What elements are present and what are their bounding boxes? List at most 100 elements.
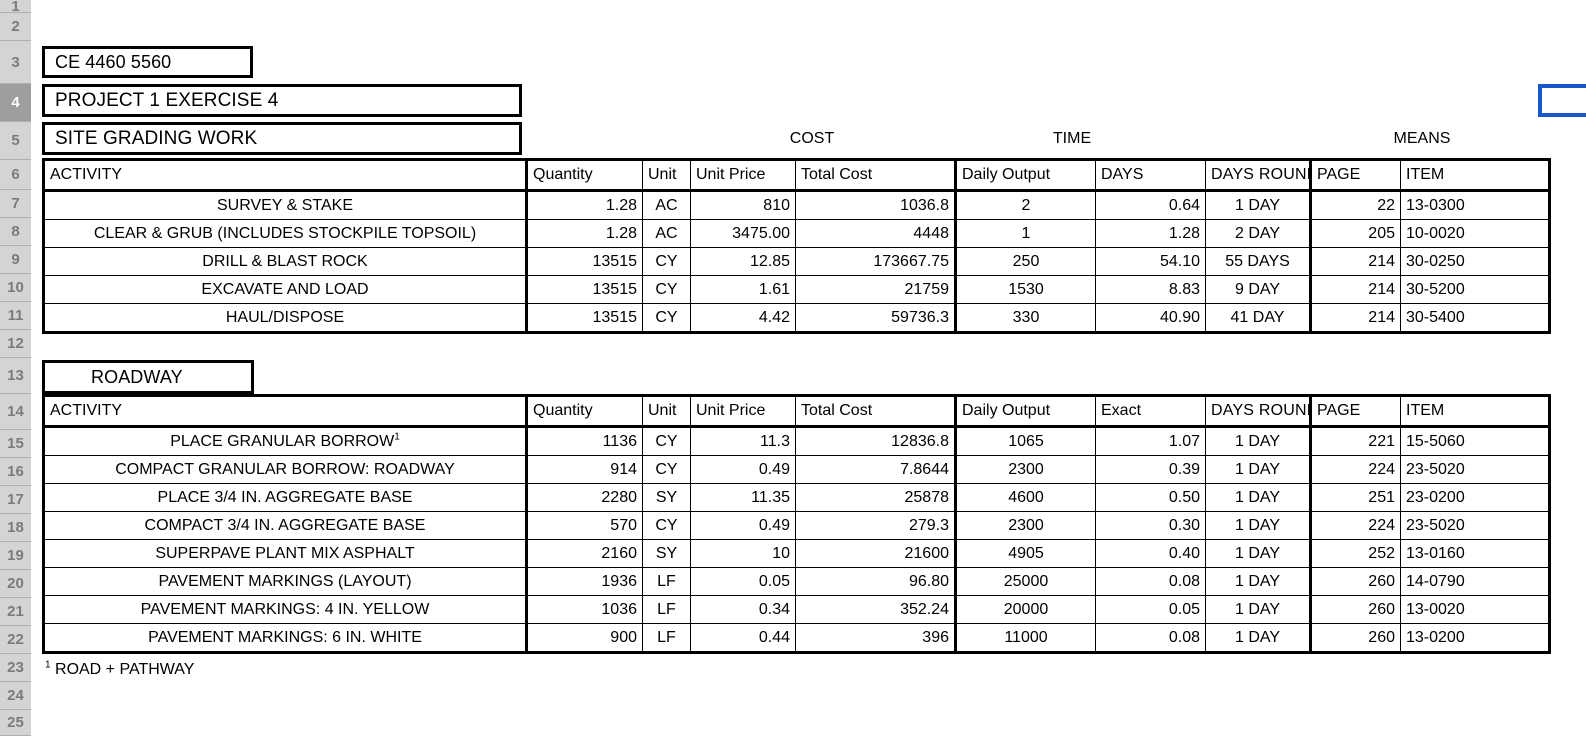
cell-days_round[interactable]: 1 DAY — [1205, 190, 1311, 220]
row-header-9[interactable]: 9 — [0, 246, 31, 274]
cell-total_cost[interactable]: 4448 — [795, 219, 956, 248]
cell-total_cost[interactable]: 1036.8 — [795, 190, 956, 220]
cell-item[interactable]: 30-0250 — [1400, 247, 1551, 276]
cell-item[interactable]: 13-0300 — [1400, 190, 1551, 220]
cell-days_round[interactable]: 2 DAY — [1205, 219, 1311, 248]
cell-unit[interactable]: CY — [642, 511, 691, 540]
row-header-10[interactable]: 10 — [0, 274, 31, 302]
cell-quantity[interactable]: 1.28 — [525, 219, 643, 248]
cell-daily_output[interactable]: 250 — [954, 247, 1096, 276]
cell-days[interactable]: 1.28 — [1095, 219, 1206, 248]
cell-daily_output[interactable]: 4905 — [954, 539, 1096, 568]
row-header-21[interactable]: 21 — [0, 598, 31, 626]
cell-item[interactable]: 23-5020 — [1400, 511, 1551, 540]
cell-exact[interactable]: 0.05 — [1095, 595, 1206, 624]
cell-days_round[interactable]: 9 DAY — [1205, 275, 1311, 304]
cell-item[interactable]: 10-0020 — [1400, 219, 1551, 248]
cell-days_round[interactable]: 55 DAYS — [1205, 247, 1311, 276]
row-header-3[interactable]: 3 — [0, 41, 31, 84]
cell-daily_output[interactable]: 1 — [954, 219, 1096, 248]
cell-days[interactable]: 40.90 — [1095, 303, 1206, 334]
cell-unit[interactable]: LF — [642, 567, 691, 596]
cell-daily_output[interactable]: 2300 — [954, 511, 1096, 540]
table-row[interactable]: PAVEMENT MARKINGS (LAYOUT) 1936 LF 0.05 96.8… — [42, 567, 1551, 596]
cell-exact[interactable]: 0.08 — [1095, 623, 1206, 654]
cell-total_cost[interactable]: 96.80 — [795, 567, 956, 596]
cell-page[interactable]: 224 — [1309, 455, 1401, 484]
cell-total_cost[interactable]: 21759 — [795, 275, 956, 304]
cell-activity[interactable]: PLACE 3/4 IN. AGGREGATE BASE — [42, 483, 527, 512]
row-header-8[interactable]: 8 — [0, 218, 31, 246]
cell-unit_price[interactable]: 3475.00 — [690, 219, 796, 248]
cell-page[interactable]: 205 — [1309, 219, 1401, 248]
cell-activity[interactable]: COMPACT 3/4 IN. AGGREGATE BASE — [42, 511, 527, 540]
cell-unit_price[interactable]: 11.35 — [690, 483, 796, 512]
cell-unit_price[interactable]: 0.05 — [690, 567, 796, 596]
cell-days[interactable]: 0.64 — [1095, 190, 1206, 220]
row-header-11[interactable]: 11 — [0, 302, 31, 330]
row-header-2[interactable]: 2 — [0, 13, 31, 41]
cell-activity[interactable]: CLEAR & GRUB (INCLUDES STOCKPILE TOPSOIL… — [42, 219, 527, 248]
cell-item[interactable]: 13-0160 — [1400, 539, 1551, 568]
cell-days_round[interactable]: 1 DAY — [1205, 455, 1311, 484]
cell-item[interactable]: 14-0790 — [1400, 567, 1551, 596]
cell-page[interactable]: 214 — [1309, 247, 1401, 276]
cell-page[interactable]: 214 — [1309, 275, 1401, 304]
cell-quantity[interactable]: 1.28 — [525, 190, 643, 220]
table-row[interactable]: PAVEMENT MARKINGS: 4 IN. YELLOW 1036 LF 0.3… — [42, 595, 1551, 624]
cell-unit[interactable]: SY — [642, 539, 691, 568]
cell-page[interactable]: 221 — [1309, 426, 1401, 456]
cell-page[interactable]: 260 — [1309, 623, 1401, 654]
cell-total_cost[interactable]: 173667.75 — [795, 247, 956, 276]
cell-days_round[interactable]: 1 DAY — [1205, 595, 1311, 624]
cell-unit[interactable]: AC — [642, 190, 691, 220]
cell-unit[interactable]: SY — [642, 483, 691, 512]
cell-unit_price[interactable]: 11.3 — [690, 426, 796, 456]
cell-daily_output[interactable]: 25000 — [954, 567, 1096, 596]
cell-page[interactable]: 22 — [1309, 190, 1401, 220]
cell-quantity[interactable]: 914 — [525, 455, 643, 484]
cell-unit[interactable]: CY — [642, 303, 691, 334]
row-header-19[interactable]: 19 — [0, 542, 31, 570]
cell-quantity[interactable]: 13515 — [525, 303, 643, 334]
cell-unit_price[interactable]: 12.85 — [690, 247, 796, 276]
cell-item[interactable]: 13-0200 — [1400, 623, 1551, 654]
cell-unit[interactable]: CY — [642, 426, 691, 456]
row-header-14[interactable]: 14 — [0, 394, 31, 430]
cell-page[interactable]: 251 — [1309, 483, 1401, 512]
table-row[interactable]: PLACE 3/4 IN. AGGREGATE BASE 2280 SY 11.35 2… — [42, 483, 1551, 512]
cell-page[interactable]: 252 — [1309, 539, 1401, 568]
cell-activity[interactable]: SUPERPAVE PLANT MIX ASPHALT — [42, 539, 527, 568]
cell-total_cost[interactable]: 25878 — [795, 483, 956, 512]
cell-daily_output[interactable]: 1530 — [954, 275, 1096, 304]
cell-daily_output[interactable]: 1065 — [954, 426, 1096, 456]
cell-quantity[interactable]: 2160 — [525, 539, 643, 568]
table-row[interactable]: PAVEMENT MARKINGS: 6 IN. WHITE 900 LF 0.44 3… — [42, 623, 1551, 654]
table-row[interactable]: EXCAVATE AND LOAD 13515 CY 1.61 21759 1530 8.8… — [42, 275, 1551, 304]
cell-daily_output[interactable]: 2 — [954, 190, 1096, 220]
cell-quantity[interactable]: 13515 — [525, 247, 643, 276]
row-header-18[interactable]: 18 — [0, 514, 31, 542]
cell-exact[interactable]: 0.08 — [1095, 567, 1206, 596]
site-grading-table[interactable]: ACTIVITY Quantity Unit Unit Price Total … — [42, 158, 1551, 334]
cell-item[interactable]: 13-0020 — [1400, 595, 1551, 624]
cell-quantity[interactable]: 13515 — [525, 275, 643, 304]
cell-exact[interactable]: 0.40 — [1095, 539, 1206, 568]
cell-item[interactable]: 15-5060 — [1400, 426, 1551, 456]
cell-page[interactable]: 214 — [1309, 303, 1401, 334]
table-row[interactable]: COMPACT GRANULAR BORROW: ROADWAY 914 CY 0.4… — [42, 455, 1551, 484]
cell-quantity[interactable]: 900 — [525, 623, 643, 654]
row-header-22[interactable]: 22 — [0, 626, 31, 654]
cell-unit_price[interactable]: 0.49 — [690, 455, 796, 484]
cell-unit_price[interactable]: 10 — [690, 539, 796, 568]
cell-daily_output[interactable]: 4600 — [954, 483, 1096, 512]
table-row[interactable]: CLEAR & GRUB (INCLUDES STOCKPILE TOPSOIL… — [42, 219, 1551, 248]
cell-unit[interactable]: AC — [642, 219, 691, 248]
cell-activity[interactable]: HAUL/DISPOSE — [42, 303, 527, 334]
cell-total_cost[interactable]: 352.24 — [795, 595, 956, 624]
cell-total_cost[interactable]: 21600 — [795, 539, 956, 568]
cell-exact[interactable]: 1.07 — [1095, 426, 1206, 456]
table-row[interactable]: DRILL & BLAST ROCK 13515 CY 12.85 173667.75 2… — [42, 247, 1551, 276]
cell-unit_price[interactable]: 4.42 — [690, 303, 796, 334]
cell-unit[interactable]: CY — [642, 455, 691, 484]
